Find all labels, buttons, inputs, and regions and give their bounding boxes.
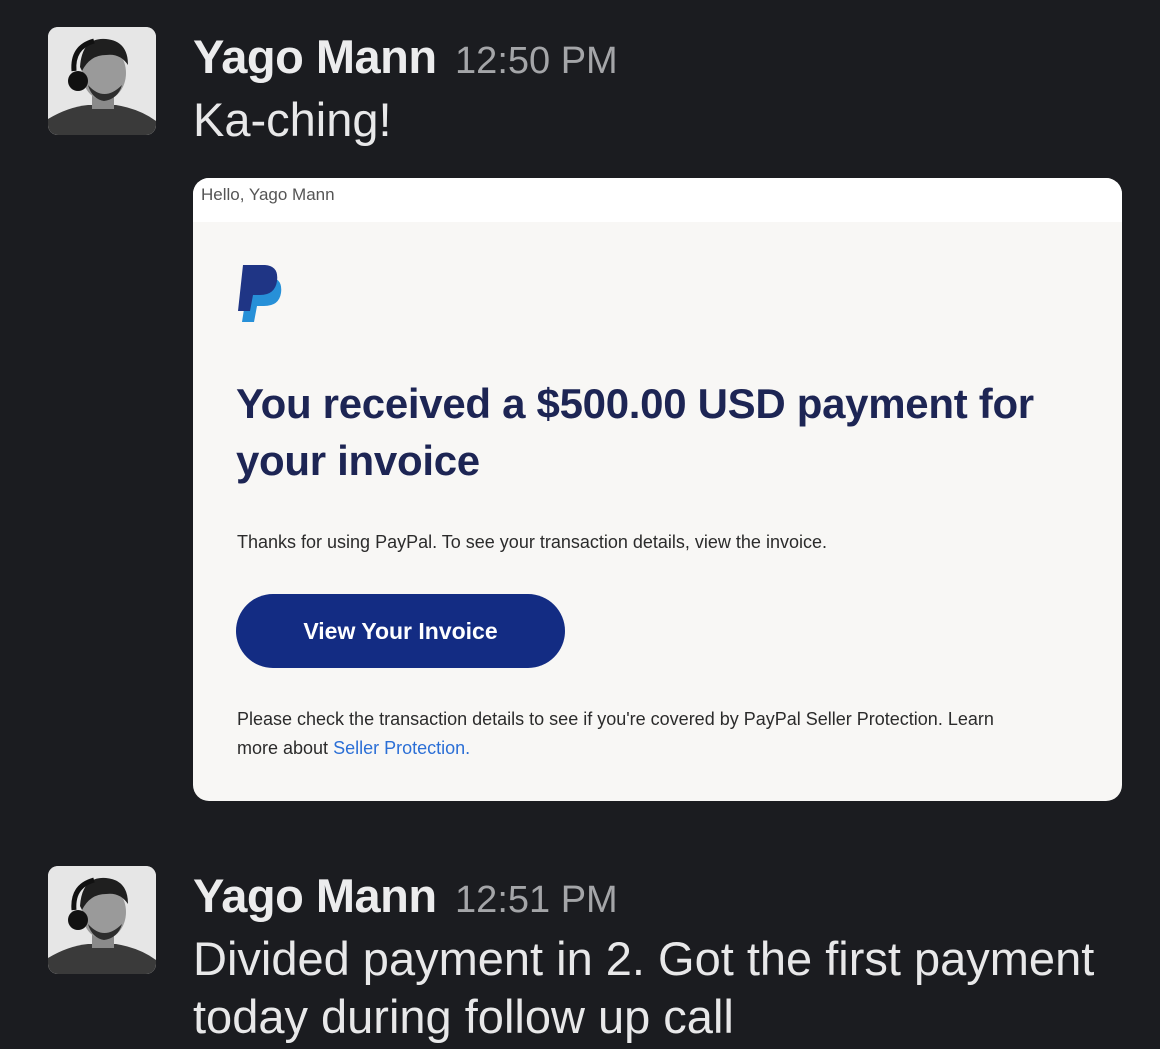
- email-heading: You received a $500.00 USD payment for y…: [236, 380, 1034, 484]
- message-text: Ka-ching!: [193, 93, 392, 146]
- avatar-photo-icon: [48, 27, 156, 135]
- avatar-photo-icon: [48, 866, 156, 974]
- view-invoice-button[interactable]: View Your Invoice: [236, 594, 565, 668]
- seller-protection-link[interactable]: Seller Protection.: [333, 738, 470, 758]
- avatar[interactable]: [48, 27, 156, 135]
- avatar[interactable]: [48, 866, 156, 974]
- email-body-text: Thanks for using PayPal. To see your tra…: [237, 532, 827, 552]
- paypal-logo-icon: [237, 263, 285, 328]
- author-name[interactable]: Yago Mann: [193, 869, 437, 922]
- message-header: Yago Mann 12:51 PM: [193, 868, 618, 923]
- image-attachment[interactable]: Hello, Yago Mann You received a $500.00 …: [193, 178, 1122, 801]
- email-greeting: Hello, Yago Mann: [201, 185, 335, 204]
- message-header: Yago Mann 12:50 PM: [193, 29, 618, 84]
- timestamp[interactable]: 12:50 PM: [455, 40, 618, 82]
- email-footer: Please check the transaction details to …: [237, 705, 997, 763]
- message-text: Divided payment in 2. Got the first paym…: [193, 932, 1095, 1043]
- timestamp[interactable]: 12:51 PM: [455, 879, 618, 921]
- email-topbar: Hello, Yago Mann: [193, 178, 1122, 222]
- author-name[interactable]: Yago Mann: [193, 30, 437, 83]
